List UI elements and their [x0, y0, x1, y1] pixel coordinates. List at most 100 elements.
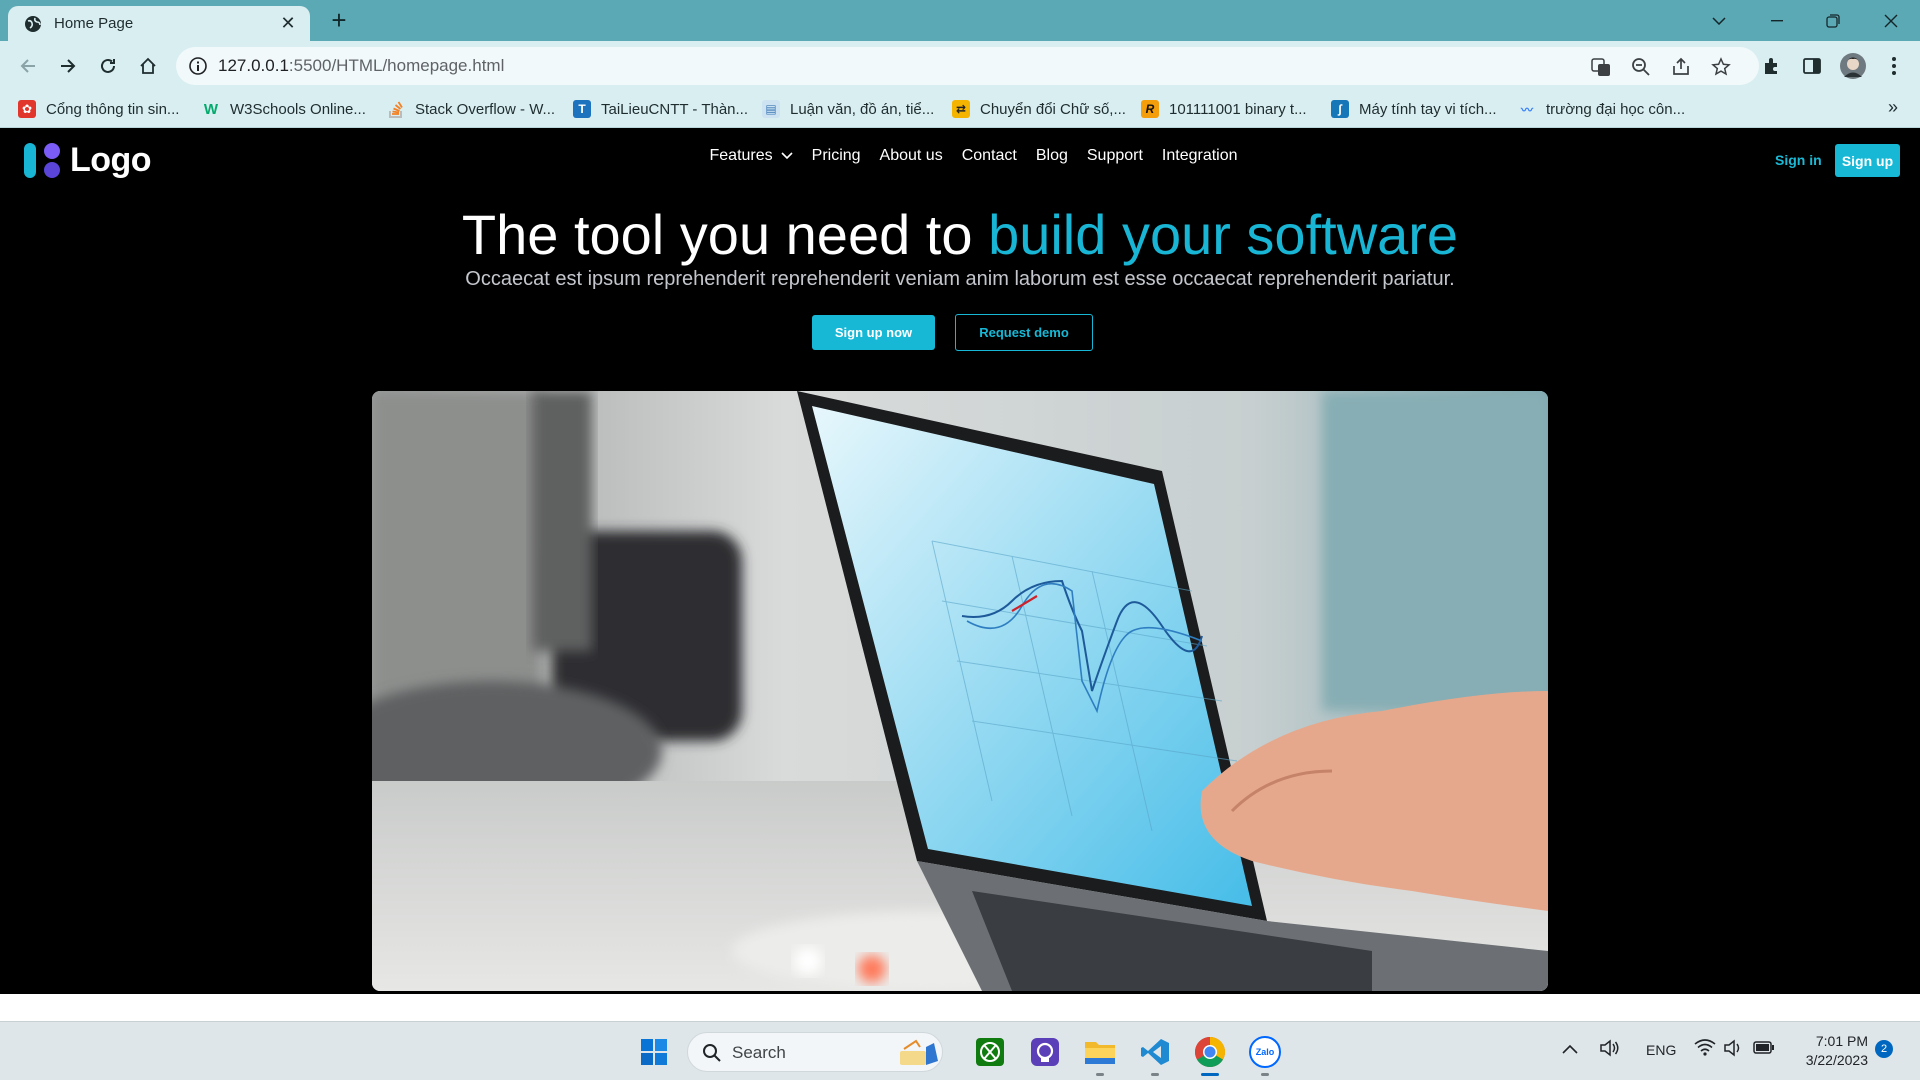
tab-close-icon[interactable]: ✕: [278, 13, 298, 34]
search-highlight-icon: [896, 1037, 940, 1074]
rapidtables-icon: R: [1141, 100, 1159, 118]
chevron-down-icon: [781, 147, 793, 165]
sign-up-button[interactable]: Sign up: [1835, 144, 1900, 177]
nav-support[interactable]: Support: [1077, 147, 1152, 165]
bookmark-label: Máy tính tay vi tích...: [1359, 100, 1497, 118]
bookmark-label: TaiLieuCNTT - Thàn...: [601, 100, 749, 118]
hero-laptop-image: [372, 391, 1548, 991]
notification-badge[interactable]: 2: [1875, 1040, 1893, 1058]
clipchamp-icon[interactable]: [1027, 1034, 1063, 1070]
calculator-icon: ∫: [1331, 100, 1349, 118]
translate-icon[interactable]: [1590, 56, 1612, 78]
speaker-icon[interactable]: [1599, 1038, 1621, 1061]
url-text: 127.0.0.1:5500/HTML/homepage.html: [218, 56, 504, 76]
close-window-icon[interactable]: [1868, 0, 1914, 41]
bookmark-item[interactable]: 〰 trường đại học côn...: [1518, 97, 1685, 121]
sign-up-now-button[interactable]: Sign up now: [812, 315, 935, 350]
bookmarks-overflow-icon[interactable]: »: [1888, 97, 1898, 118]
extensions-icon[interactable]: [1760, 54, 1784, 78]
new-tab-button[interactable]: +: [326, 7, 352, 34]
nav-blog[interactable]: Blog: [1026, 147, 1077, 165]
main-nav: Features Pricing About us Contact Blog S…: [700, 147, 1247, 165]
tab-search-icon[interactable]: [1696, 0, 1742, 41]
request-demo-button[interactable]: Request demo: [955, 314, 1093, 351]
bookmark-item[interactable]: ✿ Cổng thông tin sin...: [18, 97, 179, 121]
site-info-icon[interactable]: [188, 56, 208, 76]
sign-in-link[interactable]: Sign in: [1775, 152, 1822, 168]
bookmark-item[interactable]: ∫ Máy tính tay vi tích...: [1331, 97, 1497, 121]
taskbar-search-box[interactable]: Search: [687, 1032, 943, 1072]
wifi-icon[interactable]: [1694, 1038, 1716, 1059]
running-indicator: [1151, 1073, 1159, 1076]
language-indicator[interactable]: ENG: [1646, 1042, 1676, 1058]
logo-text: Logo: [70, 140, 152, 179]
globe-icon: [24, 15, 42, 33]
nav-pricing[interactable]: Pricing: [802, 147, 870, 165]
windows-start-icon[interactable]: [636, 1034, 672, 1070]
bookmark-item[interactable]: Stack Overflow - W...: [387, 97, 555, 121]
bookmark-item[interactable]: ▤ Luận văn, đồ án, tiể...: [762, 97, 934, 121]
page-below-fold: [0, 994, 1920, 1021]
svg-text:Zalo: Zalo: [1256, 1047, 1275, 1057]
forward-icon[interactable]: [54, 52, 82, 80]
logo-mark-icon: [24, 140, 64, 180]
bookmark-item[interactable]: T TaiLieuCNTT - Thàn...: [573, 97, 748, 121]
zoom-icon[interactable]: [1630, 56, 1652, 78]
bookmark-label: Luận văn, đồ án, tiể...: [790, 100, 935, 118]
vscode-icon[interactable]: [1137, 1034, 1173, 1070]
search-placeholder: Search: [732, 1043, 786, 1062]
bookmark-label: Stack Overflow - W...: [415, 100, 556, 118]
nav-integration[interactable]: Integration: [1152, 147, 1247, 165]
nav-contact[interactable]: Contact: [952, 147, 1026, 165]
hero-title-plain: The tool you need to: [461, 203, 989, 266]
show-hidden-icons-chevron-icon[interactable]: [1562, 1041, 1578, 1057]
url-host: 127.0.0.1: [218, 56, 289, 75]
xbox-icon[interactable]: [972, 1034, 1008, 1070]
active-app-indicator: [1201, 1073, 1219, 1076]
side-panel-icon[interactable]: [1800, 54, 1824, 78]
site-logo[interactable]: Logo: [24, 140, 152, 180]
nav-label: Features: [709, 147, 773, 164]
tailieucntt-icon: T: [573, 100, 591, 118]
bookmark-item[interactable]: R 101111001 binary t...: [1141, 97, 1307, 121]
hero-title: The tool you need to build your software: [0, 202, 1920, 267]
home-icon[interactable]: [134, 52, 162, 80]
battery-icon[interactable]: [1753, 1039, 1775, 1058]
chrome-icon[interactable]: [1192, 1034, 1228, 1070]
clock-time: 7:01 PM: [1815, 1033, 1868, 1049]
share-icon[interactable]: [1670, 56, 1692, 78]
stack-overflow-icon: [387, 100, 405, 118]
address-bar[interactable]: 127.0.0.1:5500/HTML/homepage.html: [176, 47, 1759, 85]
minimize-icon[interactable]: [1754, 0, 1800, 41]
running-indicator: [1096, 1073, 1104, 1076]
taskbar-clock[interactable]: 7:01 PM 3/22/2023: [1796, 1032, 1868, 1070]
back-icon[interactable]: [14, 52, 42, 80]
hero-title-accent: build your software: [988, 203, 1459, 266]
bookmark-label: W3Schools Online...: [230, 100, 366, 118]
reload-icon[interactable]: [94, 52, 122, 80]
menu-kebab-icon[interactable]: [1882, 54, 1906, 78]
nav-features[interactable]: Features: [700, 147, 802, 165]
nav-about-us[interactable]: About us: [870, 147, 952, 165]
url-path: :5500/HTML/homepage.html: [288, 56, 505, 75]
restore-icon[interactable]: [1810, 0, 1856, 41]
bookmark-item[interactable]: W W3Schools Online...: [202, 97, 366, 121]
file-explorer-icon[interactable]: [1082, 1034, 1118, 1070]
running-indicator: [1261, 1073, 1269, 1076]
tab-home-page[interactable]: Home Page ✕: [8, 6, 310, 41]
w3schools-icon: W: [203, 100, 219, 118]
volume-icon[interactable]: [1723, 1038, 1743, 1061]
bookmark-item[interactable]: ⇄ Chuyển đổi Chữ số,...: [952, 97, 1126, 121]
windows-taskbar: Search Zalo ENG 7:01 PM 3/22/2023 2: [0, 1021, 1920, 1080]
bookmark-star-icon[interactable]: [1710, 56, 1732, 78]
university-icon: 〰: [1520, 102, 1533, 117]
bookmark-label: Cổng thông tin sin...: [46, 100, 180, 118]
bookmark-label: trường đại học côn...: [1546, 100, 1686, 118]
profile-avatar-icon[interactable]: [1838, 51, 1868, 81]
bookmark-favicon-icon: ✿: [18, 100, 36, 118]
number-convert-icon: ⇄: [952, 100, 970, 118]
bookmark-label: Chuyển đổi Chữ số,...: [980, 100, 1126, 118]
browser-toolbar: 127.0.0.1:5500/HTML/homepage.html: [0, 41, 1920, 91]
zalo-icon[interactable]: Zalo: [1247, 1034, 1283, 1070]
clock-date: 3/22/2023: [1805, 1052, 1868, 1068]
